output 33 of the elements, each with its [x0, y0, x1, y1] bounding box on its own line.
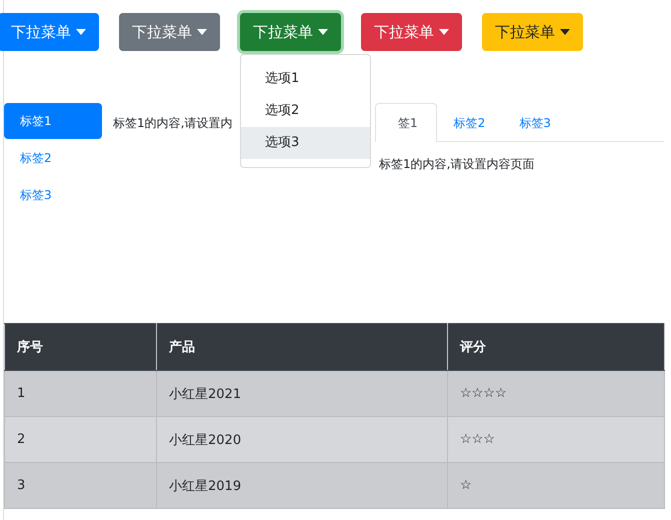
table-cell: 小红星2019: [156, 462, 448, 508]
dropdown-button[interactable]: 下拉菜单: [0, 13, 99, 51]
menu-item[interactable]: 选项2: [241, 95, 370, 127]
dropdown-button[interactable]: 下拉菜单: [240, 13, 341, 51]
column-header: 产品: [156, 324, 448, 370]
tab-content-text: 标签1的内容,请设置内容页面: [378, 156, 536, 173]
pill-tab[interactable]: 标签3: [4, 177, 102, 213]
table-cell: ☆: [448, 462, 664, 508]
table-cell: ☆☆☆: [448, 416, 664, 462]
pill-tab[interactable]: 标签1: [4, 103, 102, 139]
caret-icon: [318, 29, 328, 35]
caret-icon: [197, 29, 207, 35]
menu-item[interactable]: 选项3: [241, 127, 370, 159]
caret-icon: [439, 29, 449, 35]
table-cell: ☆☆☆☆: [448, 370, 664, 416]
column-header: 序号: [4, 324, 156, 370]
dropdown-button[interactable]: 下拉菜单: [361, 13, 462, 51]
pill-tab[interactable]: 标签2: [4, 140, 102, 176]
dropdown-button[interactable]: 下拉菜单: [482, 13, 583, 51]
tab[interactable]: 标签2: [436, 103, 502, 141]
pill-content-text: 标签1的内容,请设置内: [113, 115, 232, 132]
caret-icon: [560, 29, 570, 35]
dropdown-button[interactable]: 下拉菜单: [119, 13, 220, 51]
table-cell: 2: [4, 416, 156, 462]
menu-item[interactable]: 选项1: [241, 63, 370, 95]
table-cell: 3: [4, 462, 156, 508]
tab[interactable]: 签1: [375, 103, 437, 142]
tab[interactable]: 标签3: [502, 103, 568, 141]
table-cell: 小红星2020: [156, 416, 448, 462]
caret-icon: [76, 29, 86, 35]
table-cell: 小红星2021: [156, 370, 448, 416]
column-header: 评分: [448, 324, 664, 370]
table-cell: 1: [4, 370, 156, 416]
